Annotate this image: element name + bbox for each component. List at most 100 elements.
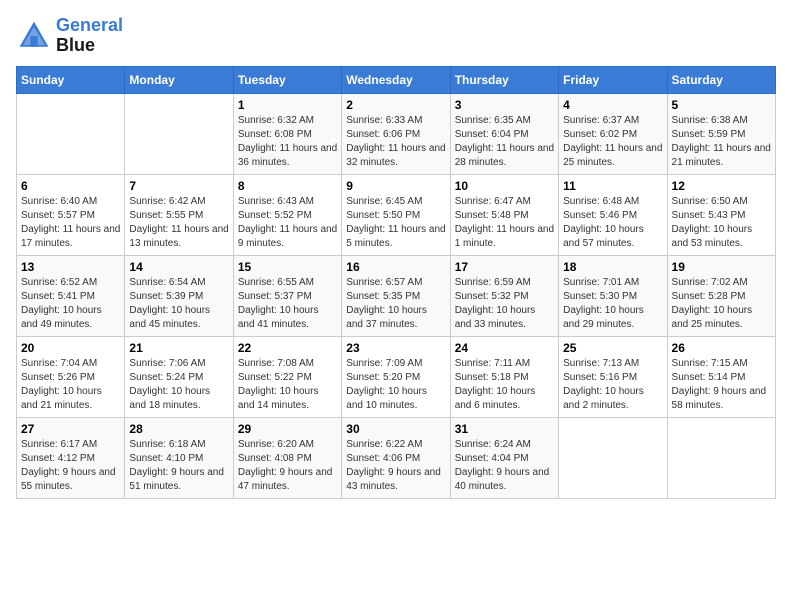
calendar-cell: 4 Sunrise: 6:37 AM Sunset: 6:02 PM Daylig… [559,93,667,174]
day-info: Sunrise: 6:22 AM Sunset: 4:06 PM Dayligh… [346,438,445,494]
day-number: 30 [346,422,445,436]
day-number: 13 [21,260,120,274]
calendar-cell: 16 Sunrise: 6:57 AM Sunset: 5:35 PM Dayli… [342,255,450,336]
calendar-cell: 1 Sunrise: 6:32 AM Sunset: 6:08 PM Daylig… [233,93,341,174]
day-info: Sunrise: 7:15 AM Sunset: 5:14 PM Dayligh… [672,357,771,413]
day-info: Sunrise: 7:02 AM Sunset: 5:28 PM Dayligh… [672,276,771,332]
calendar-cell: 18 Sunrise: 7:01 AM Sunset: 5:30 PM Dayli… [559,255,667,336]
day-info: Sunrise: 6:37 AM Sunset: 6:02 PM Dayligh… [563,114,662,170]
day-number: 19 [672,260,771,274]
week-row-1: 1 Sunrise: 6:32 AM Sunset: 6:08 PM Daylig… [17,93,776,174]
calendar-cell: 3 Sunrise: 6:35 AM Sunset: 6:04 PM Daylig… [450,93,558,174]
day-info: Sunrise: 6:17 AM Sunset: 4:12 PM Dayligh… [21,438,120,494]
day-number: 1 [238,98,337,112]
calendar-cell: 6Sunrise: 6:40 AM Sunset: 5:57 PM Daylig… [17,174,125,255]
day-info: Sunrise: 6:48 AM Sunset: 5:46 PM Dayligh… [563,195,662,251]
day-info: Sunrise: 7:11 AM Sunset: 5:18 PM Dayligh… [455,357,554,413]
days-of-week-row: SundayMondayTuesdayWednesdayThursdayFrid… [17,66,776,93]
day-info: Sunrise: 6:45 AM Sunset: 5:50 PM Dayligh… [346,195,445,251]
logo-text: General Blue [56,16,123,56]
calendar-cell: 22 Sunrise: 7:08 AM Sunset: 5:22 PM Dayli… [233,336,341,417]
day-info: Sunrise: 6:54 AM Sunset: 5:39 PM Dayligh… [129,276,228,332]
calendar-cell: 7 Sunrise: 6:42 AM Sunset: 5:55 PM Daylig… [125,174,233,255]
day-number: 15 [238,260,337,274]
day-info: Sunrise: 6:33 AM Sunset: 6:06 PM Dayligh… [346,114,445,170]
calendar-cell: 2 Sunrise: 6:33 AM Sunset: 6:06 PM Daylig… [342,93,450,174]
day-info: Sunrise: 7:01 AM Sunset: 5:30 PM Dayligh… [563,276,662,332]
logo-icon [16,18,52,54]
day-number: 4 [563,98,662,112]
calendar-cell: 17Sunrise: 6:59 AM Sunset: 5:32 PM Dayli… [450,255,558,336]
day-number: 8 [238,179,337,193]
day-number: 3 [455,98,554,112]
calendar-cell: 20Sunrise: 7:04 AM Sunset: 5:26 PM Dayli… [17,336,125,417]
day-number: 26 [672,341,771,355]
calendar-cell: 11 Sunrise: 6:48 AM Sunset: 5:46 PM Dayli… [559,174,667,255]
day-number: 5 [672,98,771,112]
day-info: Sunrise: 6:52 AM Sunset: 5:41 PM Dayligh… [21,276,120,332]
day-number: 14 [129,260,228,274]
calendar-body: 1 Sunrise: 6:32 AM Sunset: 6:08 PM Daylig… [17,93,776,498]
day-info: Sunrise: 6:32 AM Sunset: 6:08 PM Dayligh… [238,114,337,170]
day-info: Sunrise: 6:42 AM Sunset: 5:55 PM Dayligh… [129,195,228,251]
calendar-cell: 24Sunrise: 7:11 AM Sunset: 5:18 PM Dayli… [450,336,558,417]
calendar-cell: 12 Sunrise: 6:50 AM Sunset: 5:43 PM Dayli… [667,174,775,255]
calendar-cell [125,93,233,174]
page-header: General Blue [16,16,776,56]
day-number: 22 [238,341,337,355]
calendar-cell: 23 Sunrise: 7:09 AM Sunset: 5:20 PM Dayli… [342,336,450,417]
week-row-2: 6Sunrise: 6:40 AM Sunset: 5:57 PM Daylig… [17,174,776,255]
day-number: 18 [563,260,662,274]
calendar-cell: 15Sunrise: 6:55 AM Sunset: 5:37 PM Dayli… [233,255,341,336]
dow-header-wednesday: Wednesday [342,66,450,93]
calendar-cell: 25 Sunrise: 7:13 AM Sunset: 5:16 PM Dayli… [559,336,667,417]
logo: General Blue [16,16,123,56]
dow-header-sunday: Sunday [17,66,125,93]
day-info: Sunrise: 6:43 AM Sunset: 5:52 PM Dayligh… [238,195,337,251]
calendar-cell [559,417,667,498]
day-info: Sunrise: 6:47 AM Sunset: 5:48 PM Dayligh… [455,195,554,251]
day-number: 16 [346,260,445,274]
day-info: Sunrise: 6:35 AM Sunset: 6:04 PM Dayligh… [455,114,554,170]
day-info: Sunrise: 6:18 AM Sunset: 4:10 PM Dayligh… [129,438,228,494]
day-info: Sunrise: 6:57 AM Sunset: 5:35 PM Dayligh… [346,276,445,332]
calendar-cell: 5Sunrise: 6:38 AM Sunset: 5:59 PM Daylig… [667,93,775,174]
day-number: 11 [563,179,662,193]
day-number: 25 [563,341,662,355]
day-number: 6 [21,179,120,193]
day-info: Sunrise: 7:08 AM Sunset: 5:22 PM Dayligh… [238,357,337,413]
day-number: 12 [672,179,771,193]
day-number: 29 [238,422,337,436]
day-info: Sunrise: 6:20 AM Sunset: 4:08 PM Dayligh… [238,438,337,494]
day-info: Sunrise: 7:09 AM Sunset: 5:20 PM Dayligh… [346,357,445,413]
week-row-3: 13 Sunrise: 6:52 AM Sunset: 5:41 PM Dayli… [17,255,776,336]
calendar-cell: 8 Sunrise: 6:43 AM Sunset: 5:52 PM Daylig… [233,174,341,255]
day-info: Sunrise: 6:50 AM Sunset: 5:43 PM Dayligh… [672,195,771,251]
day-number: 7 [129,179,228,193]
dow-header-saturday: Saturday [667,66,775,93]
day-number: 28 [129,422,228,436]
week-row-4: 20Sunrise: 7:04 AM Sunset: 5:26 PM Dayli… [17,336,776,417]
day-info: Sunrise: 6:59 AM Sunset: 5:32 PM Dayligh… [455,276,554,332]
day-number: 10 [455,179,554,193]
calendar-cell: 13 Sunrise: 6:52 AM Sunset: 5:41 PM Dayli… [17,255,125,336]
day-info: Sunrise: 6:24 AM Sunset: 4:04 PM Dayligh… [455,438,554,494]
calendar-cell: 10 Sunrise: 6:47 AM Sunset: 5:48 PM Dayli… [450,174,558,255]
dow-header-friday: Friday [559,66,667,93]
day-number: 23 [346,341,445,355]
calendar-cell: 19 Sunrise: 7:02 AM Sunset: 5:28 PM Dayli… [667,255,775,336]
day-number: 2 [346,98,445,112]
calendar-cell: 29 Sunrise: 6:20 AM Sunset: 4:08 PM Dayli… [233,417,341,498]
day-info: Sunrise: 7:13 AM Sunset: 5:16 PM Dayligh… [563,357,662,413]
calendar-cell [17,93,125,174]
calendar-cell: 14 Sunrise: 6:54 AM Sunset: 5:39 PM Dayli… [125,255,233,336]
dow-header-monday: Monday [125,66,233,93]
calendar-cell: 30 Sunrise: 6:22 AM Sunset: 4:06 PM Dayli… [342,417,450,498]
day-info: Sunrise: 7:06 AM Sunset: 5:24 PM Dayligh… [129,357,228,413]
calendar-cell: 9Sunrise: 6:45 AM Sunset: 5:50 PM Daylig… [342,174,450,255]
calendar-cell [667,417,775,498]
calendar-cell: 21Sunrise: 7:06 AM Sunset: 5:24 PM Dayli… [125,336,233,417]
dow-header-thursday: Thursday [450,66,558,93]
day-number: 20 [21,341,120,355]
calendar-cell: 28 Sunrise: 6:18 AM Sunset: 4:10 PM Dayli… [125,417,233,498]
